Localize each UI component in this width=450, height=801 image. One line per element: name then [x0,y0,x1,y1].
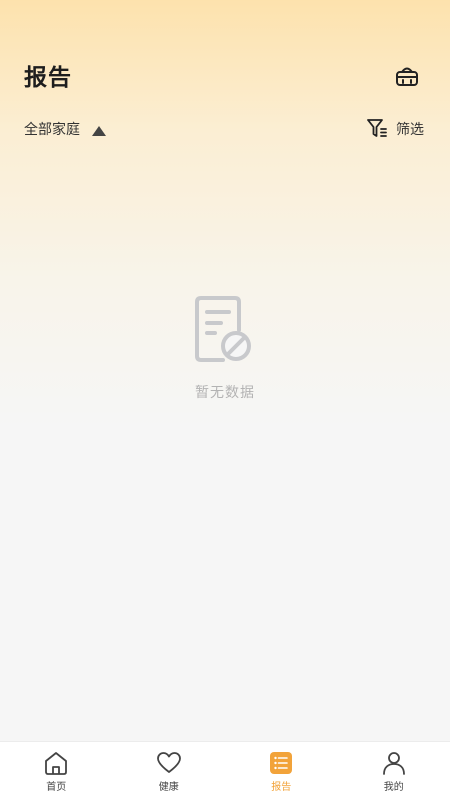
empty-state-text: 暂无数据 [195,382,255,402]
family-select[interactable]: 全部家庭 [24,117,106,141]
empty-state: 暂无数据 [0,296,450,402]
header: 报告 全部家庭 筛选 [0,0,450,160]
filter-button[interactable]: 筛选 [366,115,424,141]
tab-label: 报告 [271,778,291,793]
heart-icon [156,750,182,776]
basket-button[interactable] [392,60,422,90]
tab-label: 我的 [384,778,404,793]
filter-icon [366,117,388,139]
filter-label: 筛选 [396,119,424,139]
tab-label: 首页 [46,778,66,793]
basket-icon [394,62,420,88]
tab-bar: 首页 健康 报告 我的 [0,741,450,801]
page-title: 报告 [24,58,72,92]
empty-document-icon [195,296,255,364]
user-icon [381,750,407,776]
tab-home[interactable]: 首页 [0,742,113,801]
triangle-up-icon [92,126,106,136]
tab-health[interactable]: 健康 [113,742,226,801]
tab-mine[interactable]: 我的 [338,742,450,801]
tab-report[interactable]: 报告 [225,742,338,801]
home-icon [43,750,69,776]
report-icon [268,750,294,776]
tab-label: 健康 [159,778,179,793]
family-select-label: 全部家庭 [24,119,80,139]
